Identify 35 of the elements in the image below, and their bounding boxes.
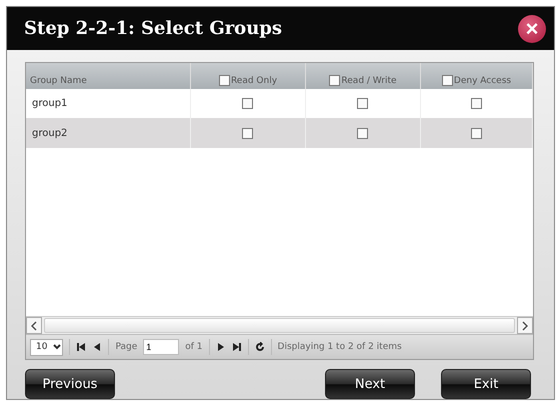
group-name: group1 [32, 98, 68, 109]
paging-status: Displaying 1 to 2 of 2 items [278, 342, 402, 352]
horizontal-scrollbar[interactable] [26, 316, 533, 334]
page-input[interactable]: 1 [143, 339, 180, 355]
column-checkbox[interactable] [442, 75, 453, 86]
page-count: of 1 [185, 342, 203, 352]
next-button[interactable]: Next [325, 369, 415, 399]
page-label: Page [115, 342, 138, 352]
column-header: Deny Access [454, 76, 512, 86]
column-header: Group Name [30, 76, 87, 86]
next-page-icon[interactable] [216, 342, 226, 352]
refresh-icon[interactable] [254, 342, 265, 352]
permission-checkbox[interactable] [242, 128, 253, 138]
close-button[interactable]: × [518, 14, 546, 42]
first-page-icon[interactable] [76, 342, 86, 352]
column-header: Read Only [230, 76, 278, 86]
column-header: Read / Write [341, 76, 397, 86]
scroll-right-icon[interactable] [522, 320, 528, 330]
last-page-icon[interactable] [232, 342, 242, 352]
permission-checkbox[interactable] [357, 98, 368, 109]
table-row[interactable]: group2 [26, 118, 533, 148]
previous-page-icon[interactable] [92, 342, 102, 352]
column-checkbox[interactable] [218, 75, 230, 86]
scroll-left-icon[interactable] [31, 320, 37, 330]
previous-button[interactable]: Previous [25, 369, 115, 399]
column-checkbox[interactable] [329, 75, 340, 86]
permission-checkbox[interactable] [470, 128, 482, 138]
page-size-select[interactable]: 10 [30, 338, 64, 356]
permission-checkbox[interactable] [357, 128, 368, 138]
permission-checkbox[interactable] [470, 98, 482, 109]
exit-button[interactable]: Exit [441, 369, 531, 399]
permission-checkbox[interactable] [242, 98, 253, 109]
group-name: group2 [32, 128, 68, 138]
dropdown-icon [52, 342, 62, 352]
window-title: Step 2-2-1: Select Groups [24, 18, 282, 39]
